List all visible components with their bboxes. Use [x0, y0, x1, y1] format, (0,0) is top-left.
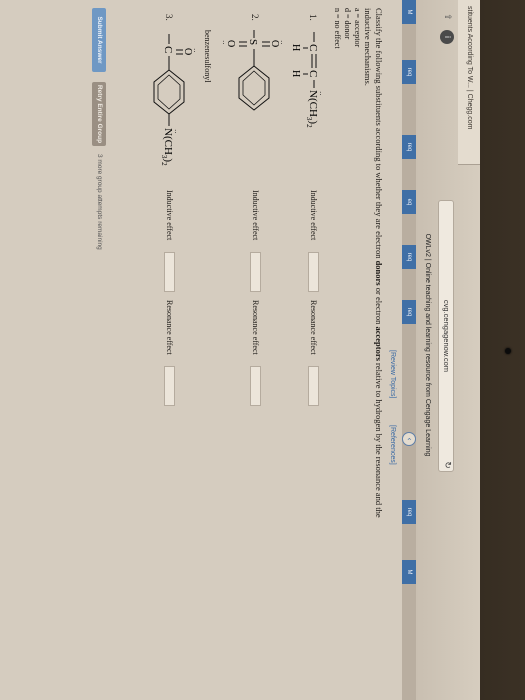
- structure-2: O ·· S O ··: [219, 30, 284, 111]
- legend-no-effect: n = no effect: [333, 8, 342, 49]
- group-n-ch3-2: N(CH3)2: [160, 128, 174, 166]
- legend-acceptor: a = acceptor: [353, 8, 362, 48]
- instructions-text: or electron: [374, 287, 384, 325]
- retry-entire-group-button[interactable]: Retry Entire Group: [92, 82, 106, 146]
- review-topics-link[interactable]: [Review Topics]: [389, 350, 396, 399]
- assignment-sidebar: M req req eq req req ‹ req M: [402, 0, 416, 700]
- atom-c: C: [162, 46, 174, 53]
- attempts-remaining: 3 more group attempts remaining: [96, 154, 103, 250]
- structure-3: O ·· C N(CH3)2 ··: [153, 34, 197, 166]
- inductive-effect-label: Inductive effect: [309, 190, 318, 241]
- resonance-effect-label: Resonance effect: [251, 300, 260, 355]
- instructions-bold-acceptors: acceptors: [374, 326, 384, 361]
- sidebar-item[interactable]: eq: [402, 190, 416, 214]
- resonance-effect-input-2[interactable]: [250, 366, 261, 406]
- group-n-ch3-2: N(CH3)2: [305, 90, 319, 128]
- sidebar-item[interactable]: req: [402, 135, 416, 159]
- atom-c: C: [307, 70, 319, 77]
- atom-c: C: [307, 44, 319, 51]
- legend-donor: d = donor: [343, 8, 352, 40]
- submit-answer-button[interactable]: Submit Answer: [92, 8, 106, 72]
- svg-text:··: ··: [219, 40, 227, 45]
- reload-icon[interactable]: ↻: [440, 458, 454, 472]
- inductive-effect-label: Inductive effect: [251, 190, 260, 241]
- inductive-effect-label: Inductive effect: [165, 190, 174, 241]
- page-header: OWLv2 | Online teaching and learning res…: [424, 233, 431, 457]
- instructions: Classify the following substituents acco…: [374, 8, 384, 518]
- sidebar-item[interactable]: req: [402, 60, 416, 84]
- instructions-line2: inductive mechanisms.: [363, 8, 373, 86]
- instructions-text: Classify the following substituents acco…: [374, 8, 384, 259]
- share-icon[interactable]: ⇪: [440, 10, 454, 24]
- resonance-effect-input-1[interactable]: [308, 366, 319, 406]
- structure-1: C C N(CH3)2 ·· H H: [290, 32, 324, 128]
- browser-chrome: stituents According To W... | Chegg.com …: [415, 0, 480, 700]
- question-panel: [Review Topics] [References] Classify th…: [0, 0, 402, 700]
- info-icon[interactable]: i: [440, 30, 454, 44]
- references-link[interactable]: [References]: [389, 425, 396, 465]
- inductive-effect-input-3[interactable]: [164, 252, 175, 292]
- sidebar-item[interactable]: req: [402, 245, 416, 269]
- item-number: 2.: [250, 14, 260, 21]
- address-bar[interactable]: cvg.cengagenow.com: [438, 200, 454, 472]
- resonance-effect-label: Resonance effect: [309, 300, 318, 355]
- sidebar-item[interactable]: req: [402, 300, 416, 324]
- sidebar-item[interactable]: M: [402, 560, 416, 584]
- browser-tab[interactable]: stituents According To W... | Chegg.com: [458, 0, 480, 165]
- atom-s: S: [247, 39, 259, 45]
- substituent-name: benzenesulfonyl: [203, 30, 212, 83]
- svg-text:··: ··: [171, 129, 179, 134]
- webcam: [505, 348, 511, 354]
- resonance-effect-input-3[interactable]: [164, 366, 175, 406]
- inductive-effect-input-2[interactable]: [250, 252, 261, 292]
- instructions-text: relative to hydrogen by the resonance an…: [374, 363, 384, 518]
- atom-h: H: [290, 44, 301, 51]
- collapse-sidebar-icon[interactable]: ‹: [402, 432, 416, 446]
- instructions-bold-donors: donors: [374, 260, 384, 286]
- inductive-effect-input-1[interactable]: [308, 252, 319, 292]
- svg-text:··: ··: [316, 91, 324, 96]
- item-number: 1.: [308, 14, 318, 21]
- atom-h: H: [290, 70, 301, 77]
- resonance-effect-label: Resonance effect: [165, 300, 174, 355]
- sidebar-item[interactable]: req: [402, 500, 416, 524]
- svg-text:··: ··: [277, 40, 284, 45]
- svg-text:··: ··: [190, 48, 197, 53]
- item-number: 3.: [164, 14, 174, 21]
- laptop-screen: stituents According To W... | Chegg.com …: [0, 0, 480, 700]
- rotated-desktop: stituents According To W... | Chegg.com …: [0, 0, 480, 700]
- sidebar-item[interactable]: M: [402, 0, 416, 24]
